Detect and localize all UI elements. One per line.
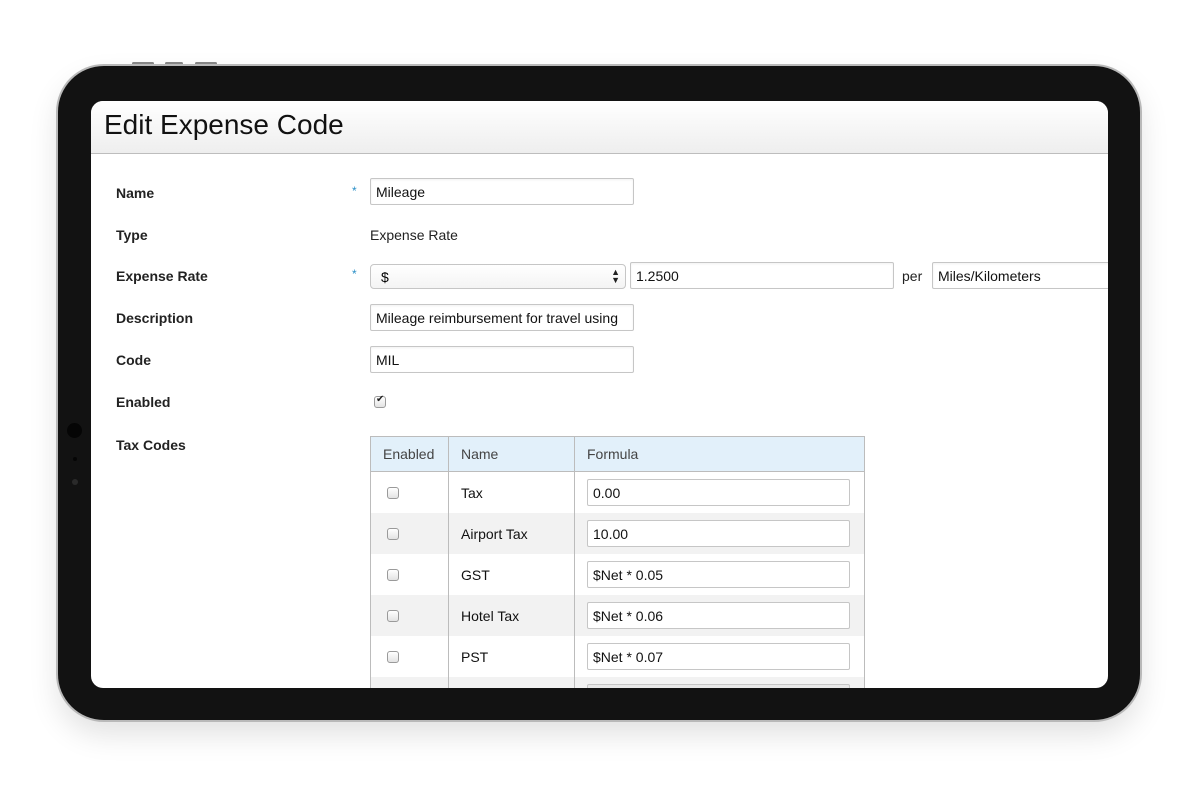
formula-input[interactable]: [587, 684, 850, 688]
screen: Edit Expense Code Name * Mileage Type Ex…: [91, 101, 1108, 688]
tax-name: Hotel Tax: [448, 595, 575, 636]
tax-name: Airport Tax: [448, 513, 575, 554]
page-header: Edit Expense Code: [91, 101, 1108, 154]
table-row: PST $Net * 0.07: [370, 636, 865, 677]
tax-codes-label: Tax Codes: [116, 437, 186, 453]
enabled-checkbox[interactable]: [374, 394, 386, 408]
row-enabled-checkbox[interactable]: [387, 568, 399, 581]
column-header-name: Name: [448, 436, 575, 472]
table-row: [370, 677, 865, 688]
unit-input[interactable]: Miles/Kilometers: [932, 262, 1108, 289]
tax-name: Tax: [448, 471, 575, 513]
type-label: Type: [116, 227, 148, 243]
expense-rate-label: Expense Rate: [116, 268, 208, 284]
formula-input[interactable]: $Net * 0.07: [587, 643, 850, 670]
required-marker: *: [352, 267, 357, 281]
row-enabled-checkbox[interactable]: [387, 527, 399, 540]
formula-input[interactable]: $Net * 0.06: [587, 602, 850, 629]
device-top-button: [195, 62, 217, 65]
sensor-icon: [72, 479, 78, 485]
name-label: Name: [116, 185, 155, 201]
formula-input[interactable]: $Net * 0.05: [587, 561, 850, 588]
type-value: Expense Rate: [370, 227, 458, 243]
per-label: per: [902, 268, 923, 284]
device-top-button: [165, 62, 183, 65]
currency-select-value: $: [381, 269, 389, 285]
tax-name: PST: [448, 636, 575, 677]
row-enabled-checkbox[interactable]: [387, 486, 399, 499]
column-header-formula: Formula: [574, 436, 865, 472]
table-row: Hotel Tax $Net * 0.06: [370, 595, 865, 636]
description-input[interactable]: Mileage reimbursement for travel using: [370, 304, 634, 331]
row-enabled-checkbox[interactable]: [387, 650, 399, 663]
code-label: Code: [116, 352, 151, 368]
tax-name: GST: [448, 554, 575, 595]
camera-icon: [67, 423, 82, 438]
select-arrows-icon: ▲ ▼: [611, 267, 620, 285]
column-header-enabled: Enabled: [370, 436, 449, 472]
required-marker: *: [352, 184, 357, 198]
name-input[interactable]: Mileage: [370, 178, 634, 205]
currency-select[interactable]: $ ▲ ▼: [370, 264, 626, 289]
tax-codes-table: Enabled Name Formula Tax 0.00 Airport Ta…: [370, 436, 865, 688]
description-label: Description: [116, 310, 194, 326]
row-enabled-checkbox[interactable]: [387, 609, 399, 622]
formula-input[interactable]: 0.00: [587, 479, 850, 506]
table-row: Airport Tax 10.00: [370, 513, 865, 554]
table-row: GST $Net * 0.05: [370, 554, 865, 595]
rate-input[interactable]: 1.2500: [630, 262, 894, 289]
page-title: Edit Expense Code: [104, 109, 344, 140]
enabled-label: Enabled: [116, 394, 171, 410]
sensor-icon: [73, 457, 77, 461]
device-top-button: [132, 62, 154, 65]
table-row: Tax 0.00: [370, 471, 865, 513]
table-header-row: Enabled Name Formula: [370, 436, 865, 472]
formula-input[interactable]: 10.00: [587, 520, 850, 547]
code-input[interactable]: MIL: [370, 346, 634, 373]
